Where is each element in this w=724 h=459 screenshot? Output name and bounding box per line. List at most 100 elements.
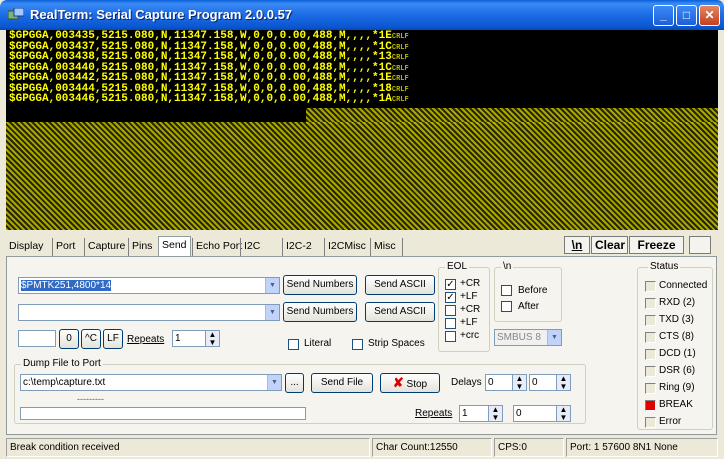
terminal-display[interactable]: $GPGGA,003435,5215.080,N,11347.158,W,0,0… [6,30,718,230]
smbus-select[interactable]: SMBUS 8 ▼ [494,329,562,346]
status-led-label: Ring (9) [659,382,695,393]
terminal-line: $GPGGA,003446,5215.080,N,11347.158,W,0,0… [9,93,409,106]
tab-strip: Display Port Capture Pins Send Echo Port… [6,236,506,257]
delay1-input[interactable]: 0 ▲ ▼ [485,374,527,391]
spin-arrows-icon[interactable]: ▲ ▼ [556,375,570,390]
status-led[interactable] [645,349,656,360]
char-input[interactable] [18,330,56,347]
spin-arrows-icon[interactable]: ▲ ▼ [488,406,502,421]
send-numbers-button-1[interactable]: Send Numbers [283,275,357,295]
status-led[interactable] [645,400,656,411]
dump-file-label: Dump File to Port [21,358,103,369]
port-info: Port: 1 57600 8N1 None [566,438,718,457]
lf-button[interactable]: LF [103,329,123,349]
window-title: RealTerm: Serial Capture Program 2.0.0.5… [30,7,293,22]
terminal-garbage-data [6,122,718,230]
dump-repeats1-input[interactable]: 1 ▲ ▼ [459,405,503,422]
eol-option-label: +CR [460,278,481,289]
char-count: Char Count:12550 [372,438,492,457]
eol-option-label: +CR [460,304,481,315]
status-group-label: Status [648,261,681,272]
status-led[interactable] [645,332,656,343]
tab-send[interactable]: Send [158,236,191,257]
chevron-down-icon[interactable]: ▼ [267,375,281,390]
dump-file-path-input[interactable]: c:\temp\capture.txt ▼ [20,374,282,391]
spin-arrows-icon[interactable]: ▲ ▼ [556,406,570,421]
browse-button[interactable]: ... [285,373,304,393]
dump-progress-bar [20,407,306,420]
newline-group-label: \n [501,261,514,272]
close-button[interactable]: ✕ [699,5,720,26]
status-led-label: DSR (6) [659,365,696,376]
app-icon [8,8,24,20]
send-file-button[interactable]: Send File [311,373,373,393]
send-input-2[interactable]: ▼ [18,304,280,321]
tab-port[interactable]: Port [52,238,78,256]
ctrl-c-button[interactable]: ^C [81,329,101,349]
after-checkbox[interactable] [501,301,512,312]
tab-i2cmisc[interactable]: I2CMisc [324,238,369,256]
eol-checkbox[interactable] [445,318,456,329]
tab-capture[interactable]: Capture [84,238,128,256]
send-numbers-button-2[interactable]: Send Numbers [283,302,357,322]
send-char-button[interactable]: 0 [59,329,79,349]
repeats-label: Repeats [127,334,165,345]
delay2-input[interactable]: 0 ▲ ▼ [529,374,571,391]
spin-arrows-icon[interactable]: ▲ ▼ [205,331,219,346]
status-led-label: BREAK [659,399,693,410]
status-led[interactable] [645,315,656,326]
tab-echo-port[interactable]: Echo Port [192,238,245,256]
send-panel: $PMTK251,4800*14 ▼ Send Numbers Send ASC… [6,256,717,435]
status-led[interactable] [645,383,656,394]
eol-checkbox[interactable] [445,305,456,316]
crlf-marker: CRLF [391,43,409,52]
eol-checkbox[interactable] [445,331,456,342]
tab-spacer [402,238,409,256]
newline-button[interactable]: \n [564,236,590,254]
toolbar-extra-button[interactable] [689,236,711,254]
status-led[interactable] [645,298,656,309]
literal-checkbox[interactable] [288,339,299,350]
strip-spaces-checkbox[interactable] [352,339,363,350]
tab-misc[interactable]: Misc [370,238,399,256]
tab-pins[interactable]: Pins [128,238,155,256]
status-led-label: Error [659,416,682,427]
before-checkbox[interactable] [501,285,512,296]
title-bar[interactable]: RealTerm: Serial Capture Program 2.0.0.5… [0,0,724,30]
dump-repeats2-input[interactable]: 0 ▲ ▼ [513,405,571,422]
stop-button[interactable]: ✘ Stop [380,373,440,393]
eol-option-label: +LF [460,317,478,328]
tab-display[interactable]: Display [6,238,46,256]
status-led-label: RXD (2) [659,297,696,308]
minimize-button[interactable]: _ [653,5,674,26]
eol-checkbox[interactable]: ✓ [445,292,456,303]
delays-label: Delays [451,377,482,388]
crlf-marker: CRLF [391,64,409,73]
spin-arrows-icon[interactable]: ▲ ▼ [512,375,526,390]
status-led[interactable] [645,366,656,377]
status-led[interactable] [645,281,656,292]
stop-label: Stop [406,379,428,390]
eol-checkbox[interactable]: ✓ [445,279,456,290]
status-led-label: TXD (3) [659,314,694,325]
crlf-marker: CRLF [391,96,409,104]
tab-i2c-2[interactable]: I2C-2 [282,238,315,256]
terminal-lines: $GPGGA,003435,5215.080,N,11347.158,W,0,0… [9,31,409,106]
chevron-down-icon[interactable]: ▼ [547,330,561,345]
tab-i2c[interactable]: I2C [240,238,263,256]
status-led[interactable] [645,417,656,428]
chevron-down-icon[interactable]: ▼ [265,278,279,293]
send-ascii-button-1[interactable]: Send ASCII [365,275,435,295]
status-message: Break condition received [6,438,370,457]
maximize-button[interactable]: □ [676,5,697,26]
send-ascii-button-2[interactable]: Send ASCII [365,302,435,322]
terminal-line-text: $GPGGA,003446,5215.080,N,11347.158,W,0,0… [9,93,392,105]
send-input-1[interactable]: $PMTK251,4800*14 ▼ [18,277,280,294]
repeats-input[interactable]: 1 ▲ ▼ [172,330,220,347]
cps-readout: CPS:0 [494,438,564,457]
eol-option-label: +LF [460,291,478,302]
chevron-down-icon[interactable]: ▼ [265,305,279,320]
realterm-window: RealTerm: Serial Capture Program 2.0.0.5… [0,0,724,459]
clear-button[interactable]: Clear [591,236,628,254]
freeze-button[interactable]: Freeze [629,236,684,254]
